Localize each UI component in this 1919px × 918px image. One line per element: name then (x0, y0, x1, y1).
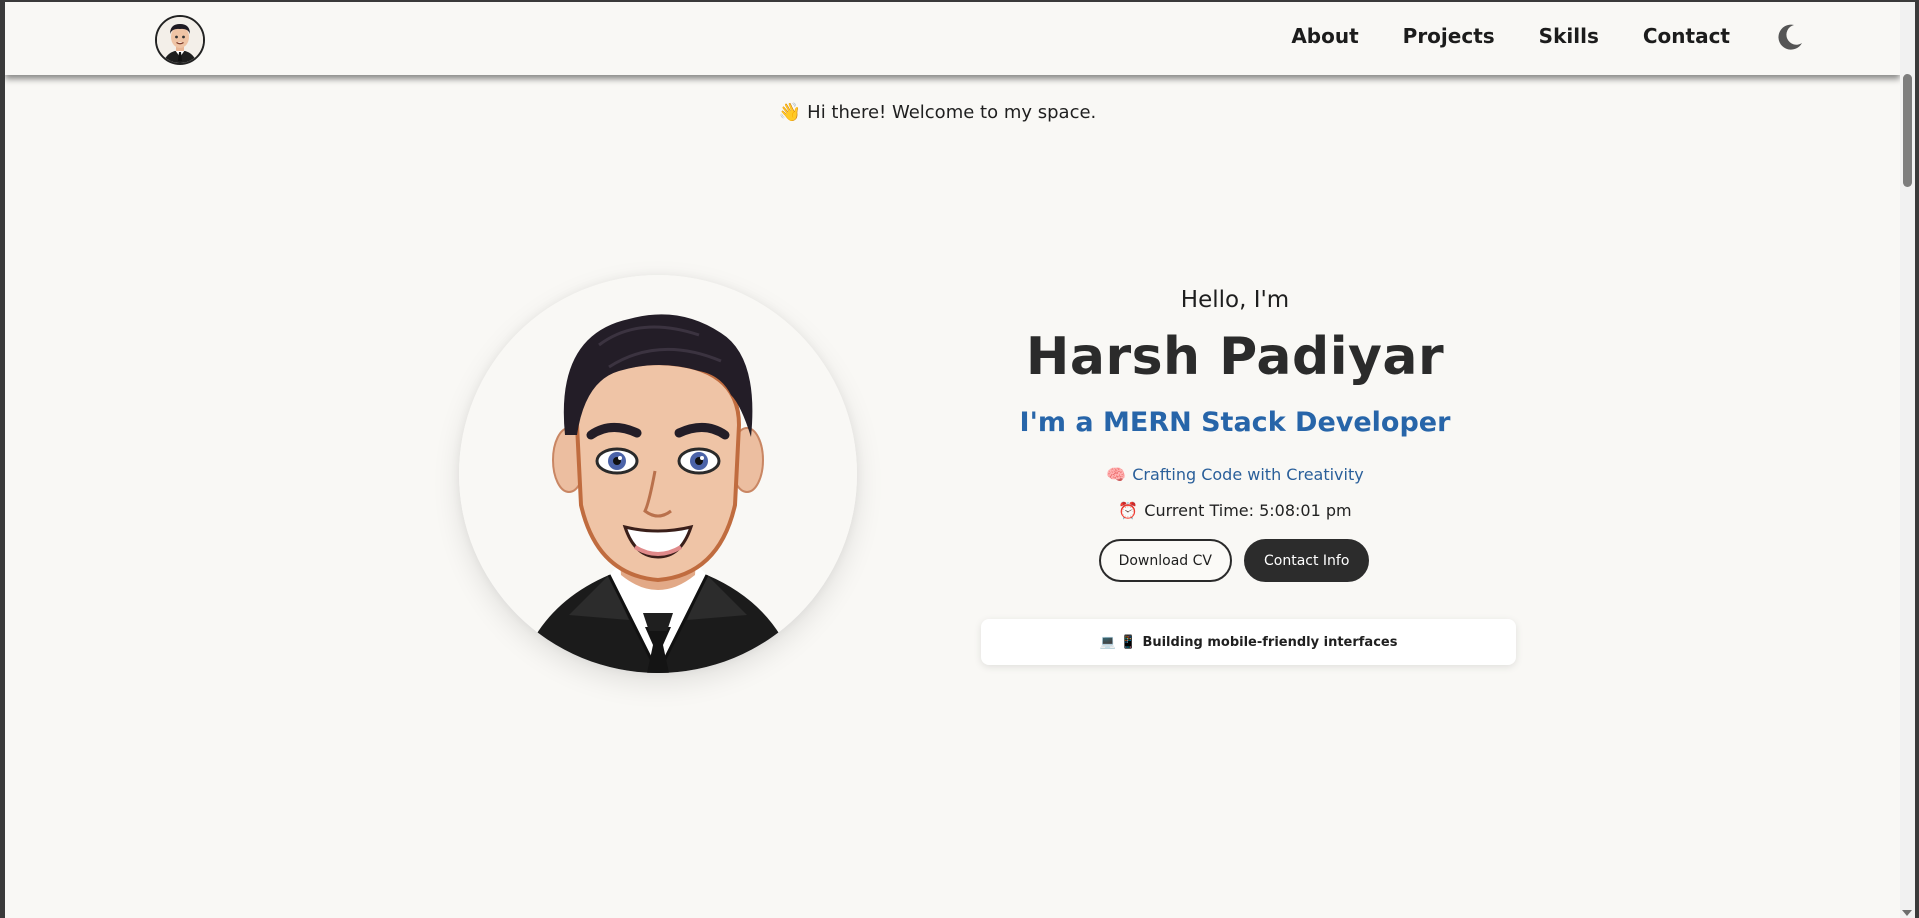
current-time-text: Current Time: 5:08:01 pm (1144, 501, 1352, 520)
nav-link-contact[interactable]: Contact (1643, 24, 1730, 48)
greeting: Hello, I'm (1180, 287, 1290, 313)
typing-ticker: 💻 📱 Building mobile-friendly interfaces (981, 619, 1516, 665)
scroll-down-arrow-icon[interactable] (1902, 910, 1912, 916)
ticker-text: Building mobile-friendly interfaces (1142, 634, 1398, 650)
navbar: About Projects Skills Contact (5, 2, 1900, 75)
nav-links: About Projects Skills Contact (1291, 24, 1730, 48)
hero-text: Hello, I'm Harsh Padiyar I'm a MERN Stac… (970, 287, 1500, 582)
moon-icon (1778, 24, 1802, 50)
welcome-text: Hi there! Welcome to my space. (807, 102, 1097, 123)
avatar-icon (157, 17, 203, 63)
avatar-illustration (459, 275, 857, 673)
hero-buttons: Download CV Contact Info (970, 539, 1500, 582)
nav-link-projects[interactable]: Projects (1403, 24, 1495, 48)
browser-frame: About Projects Skills Contact 👋 Hi there!… (0, 0, 1919, 918)
nav-link-about[interactable]: About (1291, 24, 1358, 48)
hero-avatar (459, 275, 857, 673)
download-cv-button[interactable]: Download CV (1098, 539, 1232, 582)
tagline-text: Crafting Code with Creativity (1132, 465, 1364, 484)
device-emoji: 💻 📱 (1099, 634, 1137, 650)
contact-info-button[interactable]: Contact Info (1243, 539, 1370, 582)
scrollbar-thumb[interactable] (1903, 74, 1912, 187)
current-time: ⏰ Current Time: 5:08:01 pm (970, 501, 1500, 523)
wave-emoji: 👋 (778, 102, 802, 123)
page-viewport: About Projects Skills Contact 👋 Hi there!… (5, 2, 1900, 918)
hero-role: I'm a MERN Stack Developer (1019, 407, 1451, 438)
alarm-clock-emoji: ⏰ (1118, 501, 1139, 520)
page-scrollbar[interactable] (1900, 2, 1915, 918)
brain-emoji: 🧠 (1106, 465, 1127, 484)
welcome-banner: 👋 Hi there! Welcome to my space. (5, 102, 1900, 123)
nav-link-skills[interactable]: Skills (1539, 24, 1599, 48)
hero-name: Harsh Padiyar (1025, 327, 1445, 387)
nav-avatar[interactable] (155, 15, 205, 65)
tagline: 🧠 Crafting Code with Creativity (970, 465, 1500, 487)
theme-toggle-button[interactable] (1775, 22, 1805, 52)
